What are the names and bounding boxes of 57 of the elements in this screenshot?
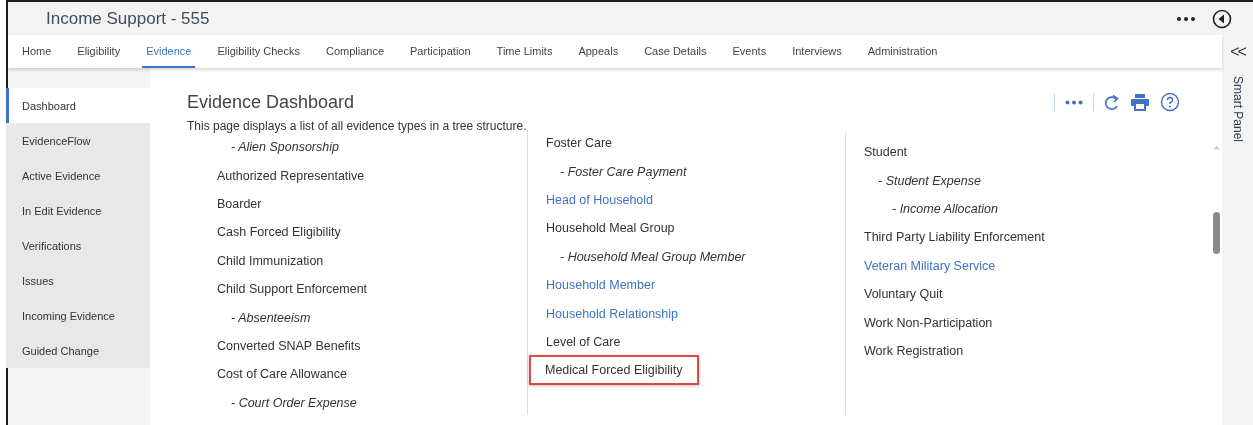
evidence-type: Child Support Enforcement (217, 282, 368, 297)
evidence-type: Work Non-Participation (864, 315, 993, 330)
evidence-type: Third Party Liability Enforcement (864, 230, 1045, 245)
scrollbar-thumb[interactable] (1212, 212, 1220, 254)
nav-tab[interactable]: Participation (406, 35, 475, 68)
sidebar-item[interactable]: Incoming Evidence (6, 298, 150, 333)
sidebar-item[interactable]: EvidenceFlow (6, 123, 150, 158)
page-title: Evidence Dashboard (187, 91, 355, 113)
evidence-subtype: - Student Expense (878, 173, 981, 188)
nav-tab[interactable]: Eligibility (73, 35, 125, 68)
evidence-subtype: - Foster Care Payment (560, 164, 687, 179)
evidence-type: Voluntary Quit (864, 287, 943, 302)
evidence-type: Household Meal Group (546, 221, 675, 236)
evidence-subtype: - Income Allocation (892, 201, 998, 216)
evidence-type: Converted SNAP Benefits (217, 338, 361, 353)
nav-tab[interactable]: Administration (863, 35, 942, 68)
evidence-type: Medical Forced Eligibility (529, 355, 699, 386)
nav-tab[interactable]: Interviews (788, 35, 846, 68)
sidebar-item[interactable]: In Edit Evidence (6, 193, 150, 228)
evidence-type: Authorized Representative (217, 168, 365, 183)
evidence-type: Work Registration (864, 343, 964, 358)
evidence-subtype: - Court Order Expense (231, 395, 357, 410)
nav-tab[interactable]: Compliance (321, 35, 389, 68)
more-icon[interactable] (1176, 15, 1196, 22)
nav-tab[interactable]: Events (728, 35, 771, 68)
evidence-link[interactable]: Household Relationship (546, 306, 679, 321)
evidence-subtype: - Household Meal Group Member (560, 249, 746, 264)
evidence-type: Child Immunization (217, 253, 324, 268)
nav-tab[interactable]: Time Limits (492, 35, 557, 68)
nav-tab[interactable]: Home (18, 35, 56, 68)
smart-panel-label[interactable]: Smart Panel (1230, 76, 1245, 143)
evidence-link[interactable]: Head of Household (546, 192, 654, 207)
sidebar-item[interactable]: Issues (6, 263, 150, 298)
nav-tab[interactable]: Appeals (574, 35, 623, 68)
evidence-type: Foster Care (546, 136, 612, 151)
collapse-button[interactable]: << (1230, 35, 1245, 68)
sidebar-item[interactable]: Guided Change (6, 333, 150, 368)
evidence-subtype: - Alien Sponsorship (231, 140, 339, 155)
evidence-type: Cost of Care Allowance (217, 367, 347, 382)
evidence-type: Boarder (217, 196, 262, 211)
evidence-link[interactable]: Veteran Military Service (864, 258, 996, 273)
evidence-subtype: - Absenteeism (231, 310, 311, 325)
refresh-icon[interactable] (1104, 93, 1120, 111)
sidebar-item[interactable]: Active Evidence (6, 158, 150, 193)
window-title: Income Support - 555 (45, 8, 210, 29)
evidence-type: Cash Forced Eligibility (217, 225, 341, 240)
sidebar-item[interactable]: Dashboard (6, 88, 150, 123)
sidebar-item[interactable]: Verifications (6, 228, 150, 263)
page-description: This page displays a list of all evidence types in a tree structure. (187, 119, 528, 133)
evidence-link[interactable]: Household Member (546, 278, 656, 293)
nav-tab[interactable]: Eligibility Checks (213, 35, 304, 68)
print-icon[interactable] (1130, 93, 1150, 111)
evidence-type: Student (864, 145, 908, 160)
nav-tab[interactable]: Case Details (640, 35, 711, 68)
back-circle-icon[interactable] (1212, 8, 1232, 29)
evidence-type: Level of Care (546, 334, 621, 349)
help-icon[interactable] (1160, 92, 1180, 112)
